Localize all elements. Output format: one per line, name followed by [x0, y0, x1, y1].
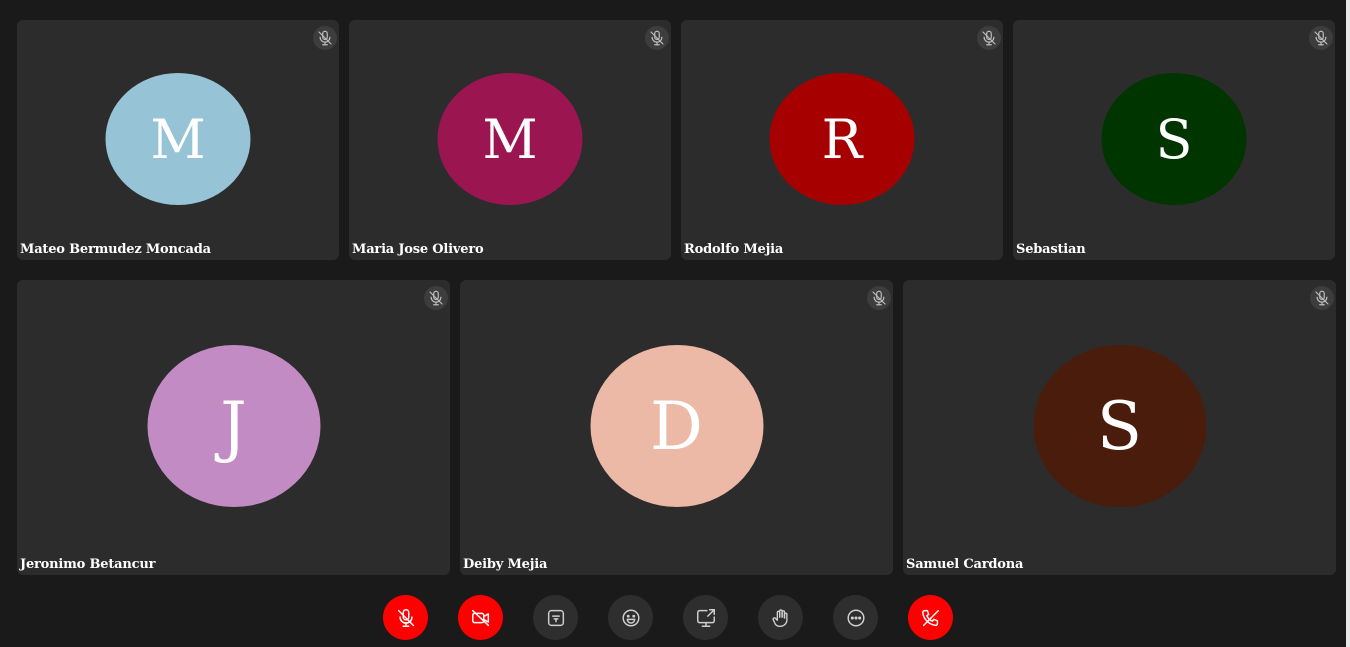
participant-name: Mateo Bermudez Moncada — [20, 242, 211, 257]
hand-icon — [771, 608, 788, 627]
participant-tile[interactable]: R Rodolfo Mejia — [681, 20, 1003, 260]
microphone-muted-icon — [424, 286, 448, 310]
participant-row-bottom: J Jeronimo Betancur D Deiby Mejia S Samu… — [17, 280, 1336, 575]
leave-call-button[interactable] — [908, 595, 953, 640]
raise-hand-button[interactable] — [758, 595, 803, 640]
participant-tile[interactable]: M Maria Jose Olivero — [349, 20, 671, 260]
participant-name: Jeronimo Betancur — [20, 557, 156, 572]
participant-avatar: R — [769, 73, 915, 205]
microphone-muted-icon — [313, 26, 337, 50]
more-options-button[interactable] — [833, 595, 878, 640]
participant-tile[interactable]: M Mateo Bermudez Moncada — [17, 20, 339, 260]
camera-off-icon — [471, 609, 489, 626]
video-call-app: M Mateo Bermudez Moncada M Maria Jose Ol… — [0, 0, 1350, 647]
participant-avatar: M — [437, 73, 583, 205]
participant-name: Maria Jose Olivero — [352, 242, 484, 257]
participant-name: Deiby Mejia — [463, 557, 548, 572]
participant-avatar: D — [590, 345, 763, 507]
participant-avatar: M — [105, 73, 251, 205]
chat-icon — [547, 609, 564, 626]
call-toolbar — [383, 595, 953, 640]
participant-name: Sebastian — [1016, 242, 1086, 257]
participant-name: Samuel Cardona — [906, 557, 1024, 572]
participant-tile[interactable]: S Samuel Cardona — [903, 280, 1336, 575]
microphone-muted-icon — [1309, 26, 1333, 50]
screen-share-icon — [696, 608, 715, 627]
reactions-button[interactable] — [608, 595, 653, 640]
smiley-icon — [621, 608, 640, 627]
camera-off-button[interactable] — [458, 595, 503, 640]
participant-avatar: S — [1033, 345, 1206, 507]
participant-tile[interactable]: S Sebastian — [1013, 20, 1335, 260]
participant-tile[interactable]: J Jeronimo Betancur — [17, 280, 450, 575]
microphone-muted-icon — [397, 608, 414, 627]
microphone-muted-icon — [645, 26, 669, 50]
participant-tile[interactable]: D Deiby Mejia — [460, 280, 893, 575]
phone-hangup-icon — [921, 609, 939, 626]
share-screen-button[interactable] — [683, 595, 728, 640]
microphone-muted-icon — [1310, 286, 1334, 310]
mute-mic-button[interactable] — [383, 595, 428, 640]
chat-button[interactable] — [533, 595, 578, 640]
more-horizontal-icon — [846, 608, 865, 627]
participant-avatar: S — [1101, 73, 1247, 205]
participant-name: Rodolfo Mejia — [684, 242, 784, 257]
microphone-muted-icon — [977, 26, 1001, 50]
microphone-muted-icon — [867, 286, 891, 310]
participant-avatar: J — [147, 345, 320, 507]
participant-row-top: M Mateo Bermudez Moncada M Maria Jose Ol… — [17, 20, 1335, 260]
